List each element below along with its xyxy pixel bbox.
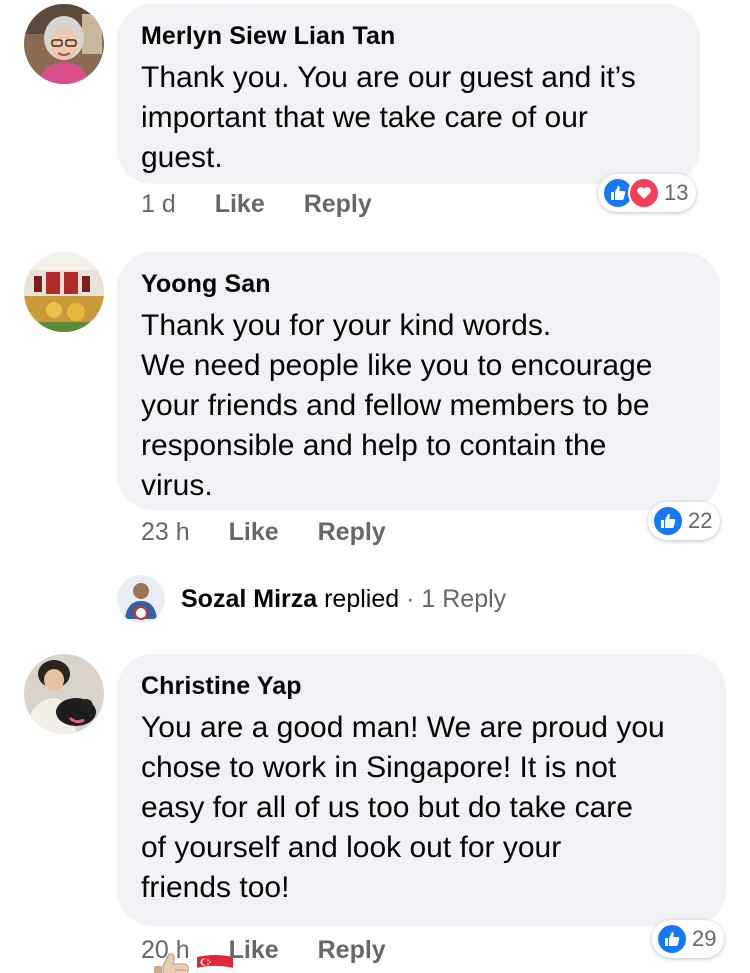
comment-actions: 23 h Like Reply (141, 517, 386, 547)
avatar[interactable] (24, 654, 104, 734)
comment-text: You are a good man! We are proud you cho… (141, 711, 665, 904)
reaction-summary[interactable]: 22 (648, 502, 721, 540)
comment-text: Thank you. You are our guest and it’s im… (141, 61, 636, 174)
comment-bubble: Merlyn Siew Lian Tan Thank you. You are … (117, 4, 700, 184)
avatar (117, 575, 165, 623)
view-replies-link[interactable]: Sozal Mirza replied · 1 Reply (117, 575, 506, 623)
avatar[interactable] (24, 252, 104, 332)
comment-text: Thank you for your kind words. We need p… (141, 309, 653, 502)
like-icon (652, 505, 684, 537)
reply-action: replied (324, 584, 400, 613)
separator: · (406, 584, 415, 613)
reply-summary-text: Sozal Mirza replied · 1 Reply (181, 585, 506, 614)
comment-actions: 1 d Like Reply (141, 189, 372, 219)
comment-thread: Merlyn Siew Lian Tan Thank you. You are … (0, 0, 750, 973)
reply-button[interactable]: Reply (304, 189, 372, 219)
reply-avatar-image (117, 575, 165, 623)
comment-bubble: Christine Yap You are a good man! We are… (117, 654, 726, 973)
comment-text-block: You are a good man! We are proud you cho… (141, 708, 702, 973)
avatar-image (24, 252, 104, 332)
comment-time[interactable]: 1 d (141, 189, 176, 219)
comment-author[interactable]: Yoong San (141, 268, 696, 300)
reaction-count: 13 (664, 180, 689, 205)
reaction-count: 22 (688, 508, 713, 533)
comment-actions: 20 h Like Reply (141, 935, 386, 965)
avatar-image (24, 4, 104, 84)
avatar[interactable] (24, 4, 104, 84)
reply-count[interactable]: 1 Reply (421, 585, 506, 613)
like-button[interactable]: Like (229, 935, 279, 965)
reply-author[interactable]: Sozal Mirza (181, 585, 317, 613)
like-button[interactable]: Like (215, 189, 265, 219)
comment-bubble: Yoong San Thank you for your kind words.… (117, 252, 720, 510)
comment-time[interactable]: 20 h (141, 935, 190, 965)
reaction-summary[interactable]: 29 (652, 920, 725, 958)
comment-author[interactable]: Merlyn Siew Lian Tan (141, 20, 676, 52)
comment-time[interactable]: 23 h (141, 517, 190, 547)
reaction-summary[interactable]: 13 (598, 174, 697, 212)
reply-button[interactable]: Reply (318, 935, 386, 965)
comment-author[interactable]: Christine Yap (141, 670, 702, 702)
avatar-image (24, 654, 104, 734)
love-icon (628, 177, 660, 209)
like-icon (656, 923, 688, 955)
like-button[interactable]: Like (229, 517, 279, 547)
reply-button[interactable]: Reply (318, 517, 386, 547)
reaction-count: 29 (692, 926, 717, 951)
